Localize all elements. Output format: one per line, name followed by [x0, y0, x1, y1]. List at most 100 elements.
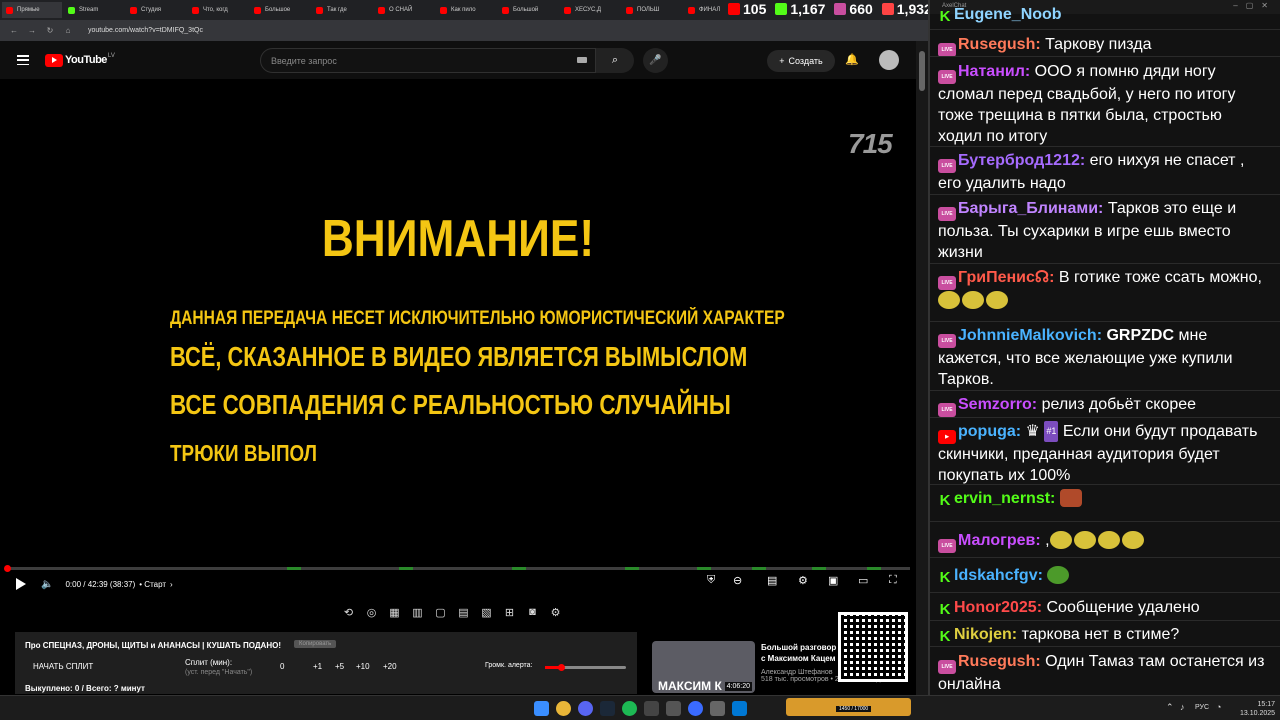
- autoplay-toggle[interactable]: ⊖: [733, 574, 742, 587]
- chat-nick[interactable]: Nikojen:: [954, 626, 1017, 643]
- page-scrollbar[interactable]: [916, 41, 928, 695]
- obs-icon[interactable]: [644, 701, 659, 716]
- address-bar[interactable]: ← → ↻ ⌂ youtube.com/watch?v=tDMIFQ_3tQc: [0, 20, 928, 41]
- miniplayer-icon[interactable]: ▣: [828, 574, 838, 587]
- screenshot-icon[interactable]: ◙: [524, 606, 541, 624]
- telegram-icon[interactable]: [732, 701, 747, 716]
- chat-nick[interactable]: Малогрев:: [958, 532, 1041, 549]
- tray-chevron-icon[interactable]: ⌃: [1166, 702, 1174, 713]
- recommended-title[interactable]: Большой разговор с Максимом Кацем: [761, 642, 841, 664]
- browser-tab[interactable]: Так где: [312, 2, 372, 18]
- chat-nick[interactable]: Rusegush:: [958, 653, 1041, 670]
- menu-icon[interactable]: [17, 55, 29, 65]
- chat-nick[interactable]: Натанил:: [958, 63, 1030, 80]
- settings-icon[interactable]: ⚙: [798, 574, 808, 587]
- app-icon[interactable]: [666, 701, 681, 716]
- viewer-counter: 1,167: [775, 1, 825, 17]
- wifi-icon[interactable]: ◔: [1216, 702, 1221, 712]
- browser-tab[interactable]: Прямые: [2, 2, 62, 18]
- start-icon[interactable]: [534, 701, 549, 716]
- video-progress-bar[interactable]: [7, 567, 910, 570]
- live-badge-icon: LIVE: [938, 70, 956, 84]
- subtitles-icon[interactable]: ▤: [767, 574, 777, 587]
- chat-nick[interactable]: ervin_nernst:: [954, 490, 1055, 507]
- alert-volume-slider[interactable]: [545, 664, 626, 671]
- avatar[interactable]: [879, 50, 899, 70]
- fullscreen-icon[interactable]: ⛶: [889, 574, 897, 587]
- chat-nick[interactable]: Eugene_Noob: [954, 6, 1062, 23]
- files-icon[interactable]: [710, 701, 725, 716]
- chat-nick[interactable]: popuga:: [958, 423, 1021, 440]
- add-1-button[interactable]: +1: [313, 662, 322, 671]
- chat-message: K Eugene_Noob: [938, 4, 1268, 25]
- add-10-button[interactable]: +10: [356, 662, 370, 671]
- audio-icon[interactable]: ◎: [363, 606, 380, 624]
- crop-icon[interactable]: ▤: [455, 606, 472, 624]
- play-icon[interactable]: [16, 578, 26, 590]
- clip-icon[interactable]: ▥: [409, 606, 426, 624]
- reload-icon[interactable]: ↻: [44, 26, 56, 35]
- clock[interactable]: 15:17 13.10.2025: [1240, 700, 1275, 718]
- forward-icon[interactable]: →: [26, 26, 38, 35]
- volume-tray-icon[interactable]: ♪: [1180, 702, 1185, 712]
- filter-icon[interactable]: ▦: [386, 606, 403, 624]
- mic-button[interactable]: 🎤: [643, 48, 668, 73]
- start-split-button[interactable]: НАЧАТЬ СПЛИТ: [33, 662, 93, 671]
- media-icon[interactable]: [688, 701, 703, 716]
- youtube-logo[interactable]: YouTube LV: [45, 53, 115, 67]
- chat-nick[interactable]: Бутерброд1212:: [958, 152, 1085, 169]
- add-20-button[interactable]: +20: [383, 662, 397, 671]
- browser-tab[interactable]: Как пило: [436, 2, 496, 18]
- home-icon[interactable]: ⌂: [62, 26, 74, 35]
- discord-icon[interactable]: [578, 701, 593, 716]
- chat-nick[interactable]: Semzorro:: [958, 396, 1037, 413]
- spotify-icon[interactable]: [622, 701, 637, 716]
- add-5-button[interactable]: +5: [335, 662, 344, 671]
- video-thumbnail[interactable]: МАКСИМ К 4:06:20: [652, 641, 755, 693]
- browser-tab[interactable]: Stream: [64, 2, 124, 18]
- aspect-icon[interactable]: ▢: [432, 606, 449, 624]
- chat-message: LIVE Малогрев: ,: [938, 530, 1268, 553]
- back-icon[interactable]: ←: [8, 26, 20, 35]
- chat-nick[interactable]: Барыга_Блинами:: [958, 200, 1103, 217]
- language-indicator[interactable]: РУС: [1195, 704, 1209, 711]
- browser-tab[interactable]: ХЕСУС,Д: [560, 2, 620, 18]
- chapter-label[interactable]: • Старт: [139, 580, 166, 589]
- browser-tab[interactable]: О СНАЙ: [374, 2, 434, 18]
- slider-knob[interactable]: [558, 664, 566, 671]
- chat-nick[interactable]: JohnnieMalkovich:: [958, 327, 1102, 344]
- tab-label: Студия: [141, 7, 162, 13]
- gear-icon[interactable]: ⚙: [547, 606, 564, 624]
- create-button[interactable]: + Создать: [767, 50, 835, 72]
- browser-tab[interactable]: Что, когд: [188, 2, 248, 18]
- browser-tab[interactable]: Большое: [250, 2, 310, 18]
- bell-icon[interactable]: 🔔: [845, 53, 859, 66]
- frame-icon[interactable]: ▧: [478, 606, 495, 624]
- progress-scrubber[interactable]: [4, 565, 11, 572]
- split-value[interactable]: 0: [280, 662, 284, 671]
- viewer-count: 105: [743, 1, 767, 17]
- search-button[interactable]: ⌕: [596, 48, 634, 73]
- steam-icon[interactable]: [600, 701, 615, 716]
- search-input[interactable]: Введите запрос: [260, 48, 596, 73]
- chrome-icon[interactable]: [556, 701, 571, 716]
- chevron-right-icon[interactable]: ›: [170, 580, 173, 589]
- browser-tab[interactable]: Большой: [498, 2, 558, 18]
- keyboard-icon[interactable]: [577, 57, 587, 63]
- chat-nick[interactable]: Honor2025:: [954, 599, 1042, 616]
- video-player[interactable]: 715 ВНИМАНИЕ! ДАННАЯ ПЕРЕДАЧА НЕСЕТ ИСКЛ…: [0, 79, 916, 600]
- theater-icon[interactable]: ▭: [858, 574, 868, 587]
- add-clip-icon[interactable]: ⊞: [501, 606, 518, 624]
- chat-nick[interactable]: Rusegush:: [958, 36, 1041, 53]
- chat-nick[interactable]: ГриПенис☊:: [958, 269, 1054, 286]
- emote-icon: [1049, 531, 1072, 549]
- copy-badge[interactable]: Копировать: [294, 640, 337, 648]
- browser-tab[interactable]: Студия: [126, 2, 186, 18]
- volume-icon[interactable]: 🔈: [41, 579, 53, 590]
- sponsor-shield-icon[interactable]: ⛨: [707, 574, 715, 587]
- tab-label: ПОЛЬШ: [637, 7, 660, 13]
- browser-tab[interactable]: ПОЛЬШ: [622, 2, 682, 18]
- url-text[interactable]: youtube.com/watch?v=tDMIFQ_3tQc: [88, 27, 203, 34]
- chat-nick[interactable]: ldskahcfgv:: [954, 567, 1043, 584]
- loop-icon[interactable]: ⟲: [340, 606, 357, 624]
